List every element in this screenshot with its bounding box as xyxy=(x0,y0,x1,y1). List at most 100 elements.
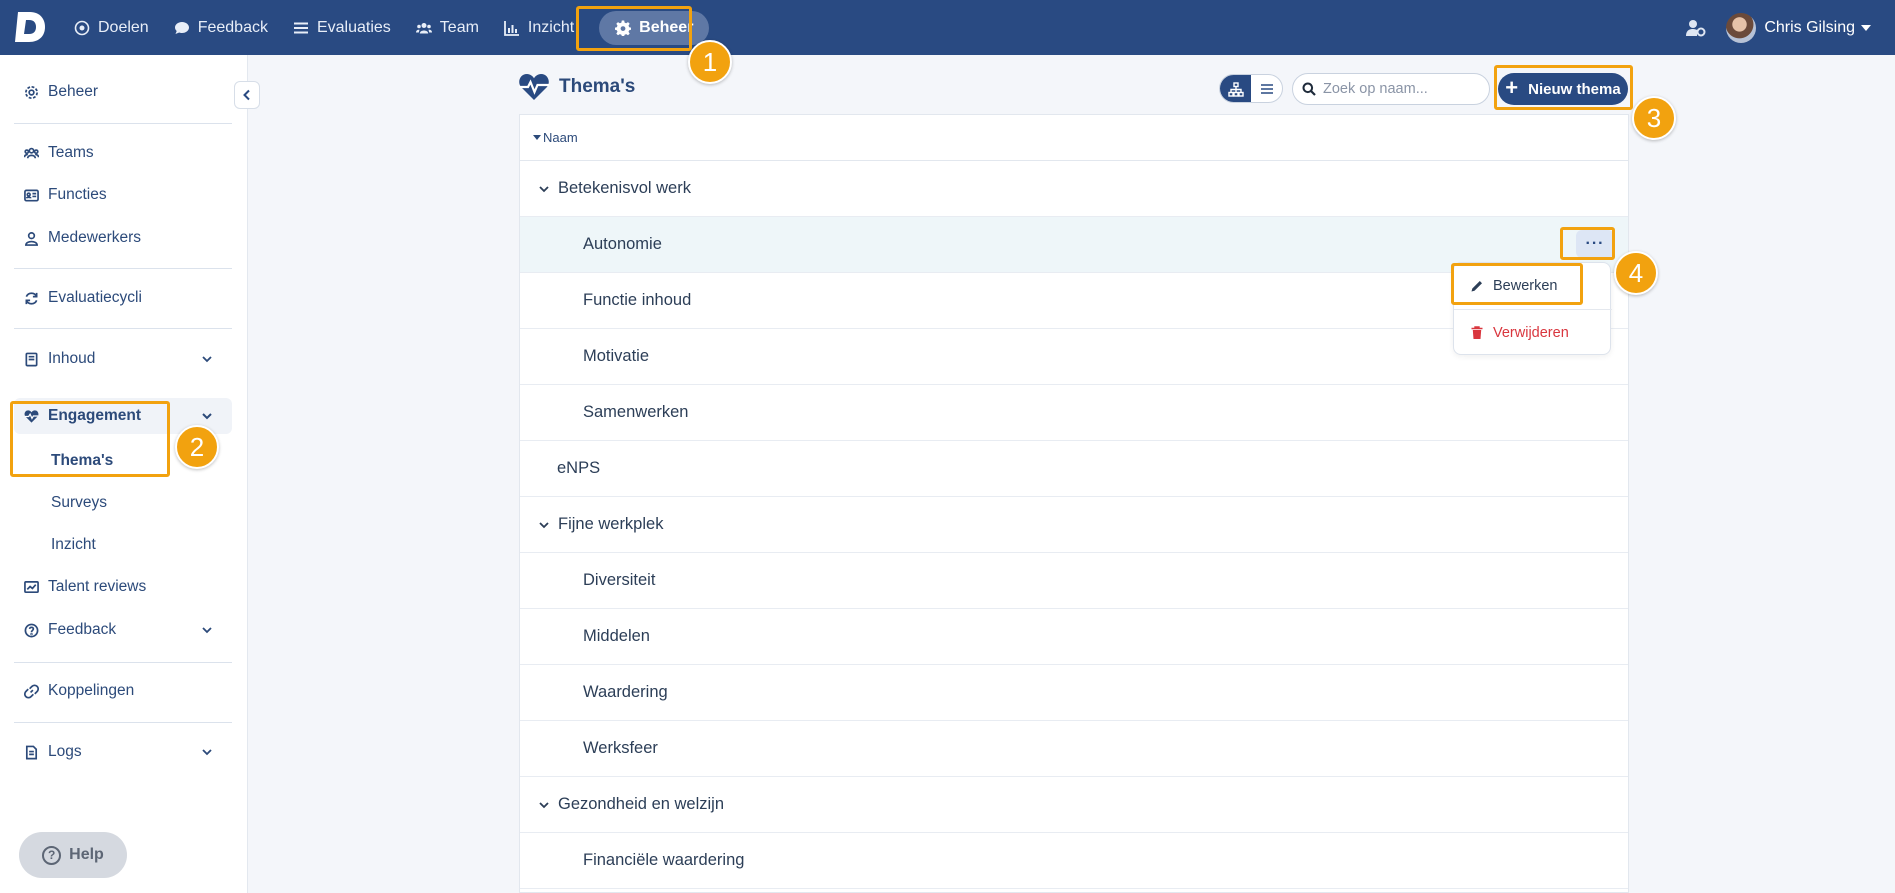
user-area: Chris Gilsing xyxy=(1686,0,1871,55)
heart-pulse-icon xyxy=(519,74,549,100)
sidebar-subitem-surveys[interactable]: Surveys xyxy=(51,494,107,512)
sidebar-item-label: Inhoud xyxy=(48,350,96,367)
sidebar-item-logs[interactable]: Logs xyxy=(14,734,232,770)
page-header: Thema's xyxy=(518,72,635,102)
row-label: eNPS xyxy=(557,459,601,477)
chat-icon xyxy=(174,20,198,36)
divider xyxy=(1454,309,1612,310)
trash-icon xyxy=(1471,326,1483,339)
sidebar-item-feedback[interactable]: Feedback xyxy=(14,612,232,648)
sidebar-item-label: Teams xyxy=(48,144,94,161)
row-label: Middelen xyxy=(583,627,650,645)
chevron-down-icon[interactable] xyxy=(538,799,550,811)
top-navbar: Doelen Feedback Evaluaties Team Inzicht Behee… xyxy=(0,0,1895,55)
row-label: Diversiteit xyxy=(583,571,656,589)
user-settings-icon[interactable] xyxy=(1686,18,1706,38)
table-row[interactable]: Financiële waardering xyxy=(520,833,1628,889)
sidebar-subitem-inzicht[interactable]: Inzicht xyxy=(51,536,96,554)
step-badge-3: 3 xyxy=(1632,96,1676,140)
step-badge-4: 4 xyxy=(1614,251,1658,295)
nav-item-label: Evaluaties xyxy=(316,18,391,36)
table-row[interactable]: Fijne werkplek xyxy=(520,497,1628,553)
chart-line-icon xyxy=(24,580,39,593)
sidebar-item-label: Functies xyxy=(48,186,107,203)
row-label: Autonomie xyxy=(583,235,662,253)
highlight-engagement xyxy=(10,401,170,477)
collapse-sidebar-button[interactable] xyxy=(234,81,260,109)
step-badge-2: 2 xyxy=(175,425,219,469)
sidebar-item-label: Logs xyxy=(48,743,82,760)
column-header-name[interactable]: Naam xyxy=(520,115,1628,161)
question-circle-icon xyxy=(24,623,39,637)
chevron-down-icon xyxy=(202,749,212,756)
delete-label: Verwijderen xyxy=(1493,325,1569,341)
help-button[interactable]: ? Help xyxy=(19,832,127,878)
table-row[interactable]: Samenwerken xyxy=(520,385,1628,441)
table-row[interactable]: Waardering xyxy=(520,665,1628,721)
sidebar-item-label: Beheer xyxy=(48,83,98,100)
nav-item-evaluaties[interactable]: Evaluaties xyxy=(281,11,403,45)
table-row[interactable]: Middelen xyxy=(520,609,1628,665)
target-icon xyxy=(74,20,98,36)
chevron-down-icon[interactable] xyxy=(1861,24,1871,31)
nav-item-feedback[interactable]: Feedback xyxy=(162,11,280,45)
divider xyxy=(14,328,232,329)
sort-desc-icon xyxy=(533,135,541,140)
sidebar-item-talent-reviews[interactable]: Talent reviews xyxy=(14,569,232,605)
nav-item-label: Feedback xyxy=(197,18,268,36)
table-row[interactable]: eNPS xyxy=(520,441,1628,497)
chevron-down-icon xyxy=(202,627,212,634)
sidebar-item-label: Koppelingen xyxy=(48,682,135,699)
sidebar-item-label: Medewerkers xyxy=(48,229,142,246)
column-header-label: Naam xyxy=(543,130,578,145)
sidebar-item-functies[interactable]: Functies xyxy=(14,177,232,213)
list-icon xyxy=(1260,84,1273,94)
sidebar-item-inhoud[interactable]: Inhoud xyxy=(14,341,232,377)
chevron-down-icon[interactable] xyxy=(538,519,550,531)
sitemap-icon xyxy=(1227,81,1244,97)
nav-item-doelen[interactable]: Doelen xyxy=(62,11,161,45)
table-row[interactable]: Betekenisvol werk xyxy=(520,161,1628,217)
nav-item-label: Inzicht xyxy=(527,18,575,36)
sidebar-item-label: Feedback xyxy=(48,621,117,638)
chevron-down-icon xyxy=(202,413,212,420)
view-toggle xyxy=(1219,74,1283,103)
search-box xyxy=(1292,73,1490,105)
delete-menu-item[interactable]: Verwijderen xyxy=(1454,313,1612,353)
nav-item-team[interactable]: Team xyxy=(404,11,491,45)
sidebar-item-label: Evaluatiecycli xyxy=(48,289,142,306)
table-row[interactable]: Diversiteit xyxy=(520,553,1628,609)
refresh-icon xyxy=(25,291,38,305)
chart-icon xyxy=(504,20,528,36)
nav-item-inzicht[interactable]: Inzicht xyxy=(492,11,586,45)
highlight-more-button xyxy=(1560,227,1615,260)
user-icon xyxy=(25,231,38,246)
divider xyxy=(14,268,232,269)
nav-item-label: Doelen xyxy=(98,18,149,36)
search-input[interactable] xyxy=(1323,81,1483,97)
sidebar-item-beheer[interactable]: Beheer xyxy=(14,74,232,110)
user-name[interactable]: Chris Gilsing xyxy=(1764,19,1855,37)
help-label: Help xyxy=(69,846,104,863)
sidebar-item-koppelingen[interactable]: Koppelingen xyxy=(14,673,232,709)
gear-icon xyxy=(25,85,38,99)
row-label: Gezondheid en welzijn xyxy=(558,795,725,813)
divider xyxy=(14,123,232,124)
chevron-down-icon[interactable] xyxy=(538,183,550,195)
sidebar-item-teams[interactable]: Teams xyxy=(14,135,232,171)
chevron-left-icon xyxy=(243,89,250,101)
search-icon xyxy=(1302,82,1316,96)
table-row[interactable]: Werksfeer xyxy=(520,721,1628,777)
row-label: Waardering xyxy=(583,683,668,701)
tree-view-button[interactable] xyxy=(1220,75,1251,102)
book-icon xyxy=(25,352,38,366)
sidebar-item-medewerkers[interactable]: Medewerkers xyxy=(14,220,232,256)
list-view-button[interactable] xyxy=(1251,75,1282,102)
table-row[interactable]: Gezondheid en welzijn xyxy=(520,777,1628,833)
app-logo-icon[interactable] xyxy=(14,10,46,44)
avatar[interactable] xyxy=(1726,12,1757,43)
divider xyxy=(14,722,232,723)
users-icon xyxy=(415,20,440,36)
sidebar-item-evaluatiecycli[interactable]: Evaluatiecycli xyxy=(14,280,232,316)
highlight-new-theme xyxy=(1494,65,1633,110)
